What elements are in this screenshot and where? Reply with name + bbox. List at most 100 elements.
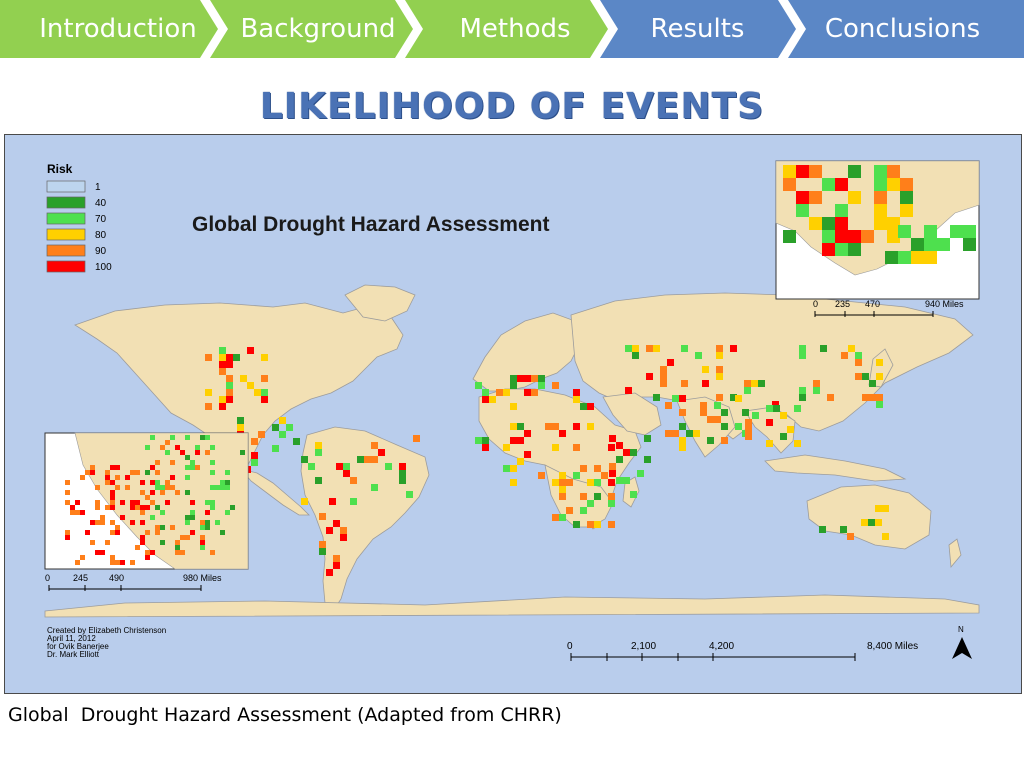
inset-us-risk-cell — [95, 550, 100, 555]
inset-us-risk-cell — [190, 465, 195, 470]
inset-us-risk-cell — [210, 485, 215, 490]
world-risk-cell — [326, 527, 333, 534]
legend-label-90: 90 — [95, 246, 107, 257]
world-risk-cell — [882, 533, 889, 540]
world-risk-cell — [566, 479, 573, 486]
world-risk-cell — [862, 373, 869, 380]
world-risk-cell — [517, 458, 524, 465]
inset-us-risk-cell — [160, 445, 165, 450]
world-risk-cell — [251, 438, 258, 445]
inset-us-risk-cell — [65, 490, 70, 495]
legend-swatch-40 — [46, 196, 86, 209]
world-risk-cell — [413, 435, 420, 442]
world-risk-cell — [868, 519, 875, 526]
world-risk-cell — [385, 463, 392, 470]
world-risk-cell — [799, 345, 806, 352]
indonesia-land — [764, 454, 907, 482]
world-risk-cell — [261, 354, 268, 361]
inset-us-risk-cell — [110, 530, 115, 535]
inset-us-risk-cell — [175, 445, 180, 450]
world-risk-cell — [240, 375, 247, 382]
world-risk-cell — [573, 396, 580, 403]
inset-asia-risk-cell — [835, 217, 848, 230]
world-risk-cell — [254, 389, 261, 396]
inset-asia-risk-cell — [898, 225, 911, 238]
world-risk-cell — [623, 449, 630, 456]
world-risk-cell — [679, 423, 686, 430]
inset-us-risk-cell — [240, 450, 245, 455]
inset-us-risk-cell — [170, 485, 175, 490]
world-risk-cell — [653, 394, 660, 401]
world-risk-cell — [716, 345, 723, 352]
inset-us-risk-cell — [70, 505, 75, 510]
australia-land — [806, 484, 932, 550]
inset-us-risk-cell — [185, 490, 190, 495]
inset-asia-risk-cell — [924, 225, 937, 238]
inset-us-risk-cell — [160, 490, 165, 495]
inset-us-risk-cell — [75, 500, 80, 505]
nav-item-methods[interactable]: Methods — [425, 0, 605, 58]
north-label: N — [958, 625, 964, 634]
inset-asia-risk-cell — [900, 191, 913, 204]
north-arrow-icon: N — [952, 625, 972, 659]
world-risk-cell — [503, 465, 510, 472]
world-risk-cell — [794, 405, 801, 412]
world-risk-cell — [766, 419, 773, 426]
main-scalebar: 0 2,100 4,200 8,400 Miles — [567, 641, 918, 661]
inset-us-risk-cell — [110, 555, 115, 560]
inset-us-risk-cell — [160, 510, 165, 515]
world-risk-cell — [531, 375, 538, 382]
world-risk-cell — [594, 493, 601, 500]
world-risk-cell — [587, 423, 594, 430]
inset-asia-scale-label-3: 940 Miles — [925, 299, 964, 309]
inset-asia-scale-label-1: 235 — [835, 299, 850, 309]
inset-us-risk-cell — [110, 465, 115, 470]
nav-item-introduction[interactable]: Introduction — [28, 0, 208, 58]
world-risk-cell — [700, 409, 707, 416]
inset-us-risk-cell — [205, 510, 210, 515]
inset-asia-risk-cell — [848, 230, 861, 243]
world-risk-cell — [679, 409, 686, 416]
world-risk-cell — [646, 373, 653, 380]
world-risk-cell — [876, 373, 883, 380]
inset-us-risk-cell — [135, 505, 140, 510]
inset-us-scale-label-3: 980 Miles — [183, 573, 222, 583]
world-risk-cell — [847, 533, 854, 540]
inset-us-risk-cell — [140, 535, 145, 540]
world-risk-cell — [524, 375, 531, 382]
nav-item-background[interactable]: Background — [228, 0, 408, 58]
inset-us-risk-cell — [225, 510, 230, 515]
inset-asia-risk-cell — [848, 191, 861, 204]
world-risk-cell — [667, 359, 674, 366]
inset-asia-risk-cell — [835, 230, 848, 243]
world-risk-cell — [510, 423, 517, 430]
inset-us-risk-cell — [155, 525, 160, 530]
inset-us-risk-cell — [125, 475, 130, 480]
world-risk-cell — [787, 426, 794, 433]
world-risk-cell — [646, 345, 653, 352]
inset-us-risk-cell — [175, 540, 180, 545]
world-risk-cell — [707, 416, 714, 423]
world-risk-cell — [559, 472, 566, 479]
inset-us-risk-cell — [170, 525, 175, 530]
world-risk-cell — [538, 375, 545, 382]
world-risk-cell — [293, 438, 300, 445]
inset-asia-risk-cell — [783, 178, 796, 191]
inset-asia-risk-cell — [861, 230, 874, 243]
world-risk-cell — [482, 396, 489, 403]
inset-us-risk-cell — [110, 480, 115, 485]
nav-item-conclusions[interactable]: Conclusions — [810, 0, 995, 58]
nav-item-results[interactable]: Results — [615, 0, 780, 58]
world-risk-cell — [630, 491, 637, 498]
inset-us-risk-cell — [110, 560, 115, 565]
inset-us-risk-cell — [120, 500, 125, 505]
inset-asia-risk-cell — [796, 165, 809, 178]
inset-us-risk-cell — [150, 480, 155, 485]
world-risk-cell — [350, 498, 357, 505]
inset-asia-risk-cell — [924, 238, 937, 251]
world-risk-cell — [758, 380, 765, 387]
world-risk-cell — [226, 389, 233, 396]
new-zealand-land — [948, 538, 962, 568]
world-risk-cell — [623, 477, 630, 484]
world-risk-cell — [226, 361, 233, 368]
